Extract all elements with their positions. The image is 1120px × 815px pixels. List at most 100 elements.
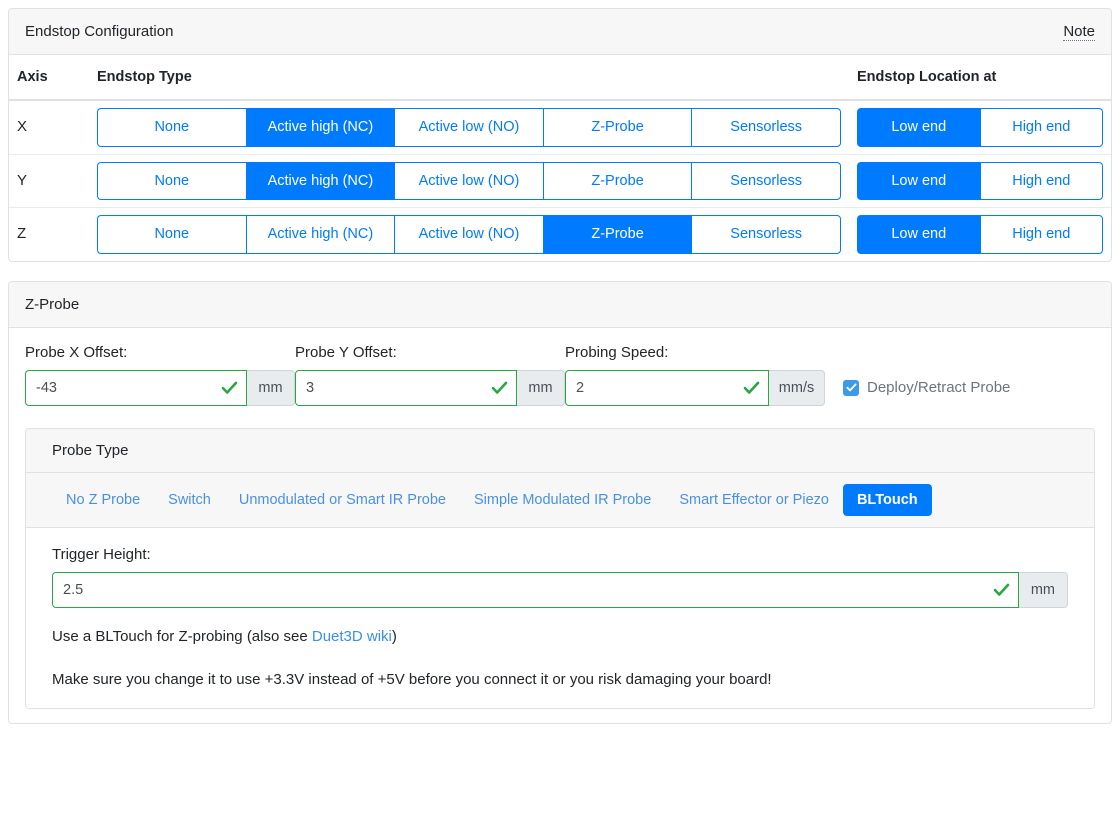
endstop-type-option-z-probe-x[interactable]: Z-Probe: [542, 108, 692, 147]
endstop-type-option-sensorless-z[interactable]: Sensorless: [691, 215, 841, 254]
endstop-location-button-group-y: Low end High end: [857, 161, 1103, 200]
probe-warning-text: Make sure you change it to use +3.3V ins…: [52, 670, 772, 688]
endstop-type-option-sensorless-y[interactable]: Sensorless: [691, 161, 841, 200]
page-root: Endstop Configuration Note Axis Endstop …: [0, 0, 1120, 815]
probe-type-title: Probe Type: [52, 441, 129, 459]
probe-x-offset-field: Probe X Offset: mm: [25, 344, 295, 406]
probe-type-option-simple-modulated-ir[interactable]: Simple Modulated IR Probe: [460, 484, 665, 516]
axis-cell: Y: [9, 153, 89, 208]
axis-cell: X: [9, 100, 89, 154]
probing-speed-input[interactable]: [565, 369, 769, 406]
endstop-location-option-low-end-x[interactable]: Low end: [857, 108, 980, 147]
probe-description-suffix: ): [391, 627, 397, 645]
probe-x-offset-label: Probe X Offset:: [25, 343, 128, 361]
endstop-location-button-group-z: Low end High end: [857, 215, 1103, 254]
endstop-type-option-active-high-y[interactable]: Active high (NC): [245, 161, 395, 200]
z-probe-card-header: Z-Probe: [9, 281, 1111, 328]
endstop-location-option-low-end-z[interactable]: Low end: [857, 215, 980, 254]
probe-type-nav: No Z Probe Switch Unmodulated or Smart I…: [26, 472, 1094, 528]
endstop-type-button-group-z: None Active high (NC) Active low (NO) Z-…: [97, 215, 841, 254]
endstop-type-option-active-high-x[interactable]: Active high (NC): [245, 108, 395, 147]
probe-type-card-header: Probe Type: [26, 428, 1094, 473]
probe-x-offset-input[interactable]: [25, 369, 247, 406]
deploy-retract-probe-field: Deploy/Retract Probe: [843, 370, 1010, 406]
axis-cell: Z: [9, 207, 89, 261]
table-row: Z None Active high (NC) Active low (NO) …: [9, 207, 1111, 261]
probe-y-offset-input[interactable]: [295, 369, 517, 406]
probing-speed-field: Probing Speed: mm/s: [565, 344, 825, 406]
deploy-retract-probe-checkbox[interactable]: [843, 379, 859, 396]
endstop-type-button-group-x: None Active high (NC) Active low (NO) Z-…: [97, 108, 841, 147]
probing-speed-input-wrap: [565, 369, 769, 406]
endstop-location-option-high-end-z[interactable]: High end: [979, 215, 1103, 254]
endstop-card-title: Endstop Configuration: [25, 23, 174, 40]
endstop-header-row: Axis Endstop Type Endstop Location at: [9, 55, 1111, 101]
axis-label: Y: [17, 171, 28, 189]
endstop-location-cell: Low end High end: [849, 153, 1111, 208]
probe-description: Use a BLTouch for Z-probing (also see Du…: [52, 628, 1068, 645]
probe-y-offset-unit: mm: [516, 369, 565, 406]
probe-type-option-bltouch[interactable]: BLTouch: [842, 483, 932, 516]
endstop-type-option-z-probe-y[interactable]: Z-Probe: [542, 161, 692, 200]
probe-y-offset-input-wrap: [295, 369, 517, 406]
trigger-height-input[interactable]: [52, 571, 1019, 608]
endstop-location-cell: Low end High end: [849, 207, 1111, 261]
probe-description-prefix: Use a BLTouch for Z-probing (also see: [52, 627, 312, 645]
probe-type-card: Probe Type No Z Probe Switch Unmodulated…: [25, 427, 1095, 709]
probe-x-offset-input-wrap: [25, 369, 247, 406]
trigger-height-unit: mm: [1018, 571, 1068, 608]
table-row: X None Active high (NC) Active low (NO) …: [9, 100, 1111, 154]
endstop-type-option-none-z[interactable]: None: [97, 215, 246, 254]
probe-x-offset-unit: mm: [246, 369, 295, 406]
axis-label: X: [17, 118, 28, 136]
endstop-type-option-active-low-x[interactable]: Active low (NO): [394, 108, 543, 147]
endstop-table-body: X None Active high (NC) Active low (NO) …: [9, 100, 1111, 261]
z-probe-card-body: Probe X Offset: mm Probe Y Offset:: [9, 328, 1111, 723]
probe-type-option-no-z-probe[interactable]: No Z Probe: [52, 484, 154, 516]
endstop-location-option-low-end-y[interactable]: Low end: [857, 161, 980, 200]
endstop-location-option-high-end-y[interactable]: High end: [979, 161, 1103, 200]
column-header-endstop-location: Endstop Location at: [849, 55, 1111, 101]
trigger-height-input-group: mm: [52, 571, 1068, 608]
table-row: Y None Active high (NC) Active low (NO) …: [9, 153, 1111, 208]
endstop-configuration-card: Endstop Configuration Note Axis Endstop …: [8, 8, 1112, 262]
endstop-type-option-none-x[interactable]: None: [97, 108, 246, 147]
trigger-height-label: Trigger Height:: [52, 545, 151, 563]
duet3d-wiki-link[interactable]: Duet3D wiki: [312, 628, 392, 645]
deploy-retract-probe-label[interactable]: Deploy/Retract Probe: [867, 379, 1010, 396]
probe-offsets-row: Probe X Offset: mm Probe Y Offset:: [25, 344, 1095, 406]
trigger-height-input-wrap: [52, 571, 1019, 608]
probe-y-offset-label: Probe Y Offset:: [295, 343, 397, 361]
axis-label: Z: [17, 225, 27, 243]
endstop-type-option-active-low-y[interactable]: Active low (NO): [394, 161, 543, 200]
probe-y-offset-field: Probe Y Offset: mm: [295, 344, 565, 406]
column-header-axis: Axis: [9, 55, 89, 101]
probing-speed-unit: mm/s: [768, 369, 825, 406]
probe-type-option-smart-effector-piezo[interactable]: Smart Effector or Piezo: [665, 484, 843, 516]
endstop-type-cell: None Active high (NC) Active low (NO) Z-…: [89, 207, 849, 261]
probe-type-option-unmodulated-ir[interactable]: Unmodulated or Smart IR Probe: [225, 484, 460, 516]
endstop-type-cell: None Active high (NC) Active low (NO) Z-…: [89, 153, 849, 208]
endstop-type-option-active-low-z[interactable]: Active low (NO): [394, 215, 543, 254]
probe-type-panel: Trigger Height: mm Use a BLTouch for Z-p…: [26, 527, 1094, 708]
probe-type-option-switch[interactable]: Switch: [154, 484, 225, 516]
probing-speed-input-group: mm/s: [565, 369, 825, 406]
z-probe-card: Z-Probe Probe X Offset: mm: [8, 280, 1112, 724]
endstop-type-option-sensorless-x[interactable]: Sensorless: [691, 108, 841, 147]
z-probe-card-title: Z-Probe: [25, 295, 80, 313]
endstop-table: Axis Endstop Type Endstop Location at X: [9, 55, 1111, 261]
note-tooltip-link[interactable]: Note: [1063, 23, 1095, 41]
endstop-type-option-active-high-z[interactable]: Active high (NC): [245, 215, 395, 254]
probing-speed-label: Probing Speed:: [565, 343, 669, 361]
endstop-card-header: Endstop Configuration Note: [9, 9, 1111, 55]
column-header-endstop-type: Endstop Type: [89, 55, 849, 101]
endstop-table-head: Axis Endstop Type Endstop Location at: [9, 55, 1111, 101]
endstop-location-cell: Low end High end: [849, 100, 1111, 154]
endstop-type-option-none-y[interactable]: None: [97, 161, 246, 200]
endstop-type-button-group-y: None Active high (NC) Active low (NO) Z-…: [97, 161, 841, 200]
card-spacer: [8, 262, 1112, 281]
endstop-type-option-z-probe-z[interactable]: Z-Probe: [542, 215, 692, 254]
endstop-type-cell: None Active high (NC) Active low (NO) Z-…: [89, 100, 849, 154]
endstop-location-option-high-end-x[interactable]: High end: [979, 108, 1103, 147]
probe-x-offset-input-group: mm: [25, 369, 295, 406]
